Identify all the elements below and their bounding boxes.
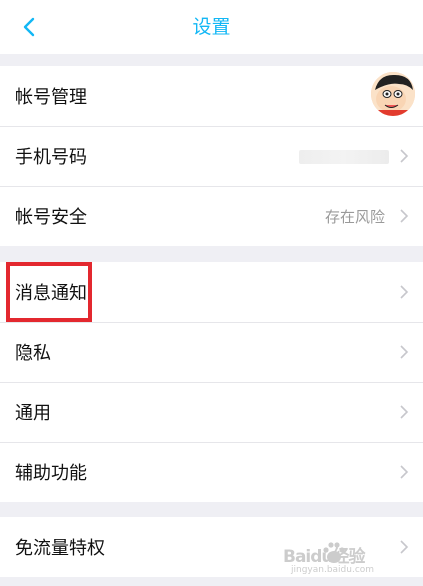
page-title: 设置 [192, 16, 231, 38]
watermark-url: jingyan.baidu.com [291, 565, 375, 575]
watermark-brand: Baidu经验 [283, 547, 366, 567]
security-status: 存在风险 [324, 207, 385, 226]
chevron-right-icon [400, 149, 409, 163]
row-label: 手机号码 [15, 147, 87, 168]
settings-row-account-security[interactable]: 帐号安全 存在风险 [0, 186, 423, 246]
row-label: 辅助功能 [15, 463, 87, 484]
settings-row-accessibility[interactable]: 辅助功能 [0, 442, 423, 502]
settings-row-phone-number[interactable]: 手机号码 [0, 126, 423, 186]
row-label: 隐私 [15, 343, 51, 364]
nav-bar: 设置 [0, 0, 423, 54]
avatar [371, 72, 415, 116]
chevron-right-icon [400, 465, 409, 479]
baidu-watermark: Baidu经验 jingyan.baidu.com [281, 538, 411, 578]
chevron-right-icon [400, 345, 409, 359]
account-group: 帐号管理 手机号码 帐号安全 存在风险 [0, 66, 423, 246]
row-label: 免流量特权 [15, 538, 105, 559]
chevron-right-icon [400, 209, 409, 223]
row-label: 帐号安全 [15, 207, 87, 228]
settings-row-privacy[interactable]: 隐私 [0, 322, 423, 382]
highlight-box [6, 262, 92, 322]
chevron-right-icon [400, 405, 409, 419]
settings-row-account-management[interactable]: 帐号管理 [0, 66, 423, 126]
chevron-right-icon [400, 285, 409, 299]
row-label: 帐号管理 [15, 87, 87, 108]
settings-row-general[interactable]: 通用 [0, 382, 423, 442]
masked-phone-value [299, 150, 389, 164]
row-label: 通用 [15, 403, 51, 424]
